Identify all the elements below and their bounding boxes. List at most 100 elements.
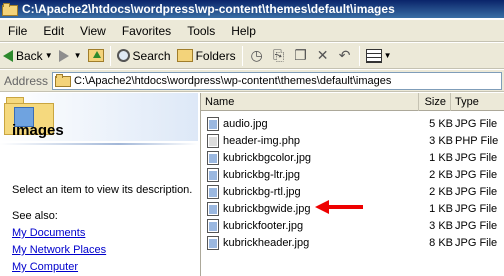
jpg-file-icon — [207, 218, 219, 233]
file-name: kubrickfooter.jpg — [223, 219, 304, 232]
file-size: 1 KB — [429, 202, 453, 215]
file-size: 3 KB — [429, 219, 453, 232]
history-button[interactable]: ◷ — [246, 45, 268, 67]
column-type[interactable]: Type — [451, 93, 504, 111]
php-file-icon — [207, 133, 219, 148]
title-bar: C:\Apache2\htdocs\wordpress\wp-content\t… — [0, 0, 504, 18]
back-button[interactable]: Back ▼ — [0, 45, 56, 67]
folders-icon — [176, 49, 193, 62]
description-hint: Select an item to view its description. — [12, 184, 193, 196]
address-bar: Address C:\Apache2\htdocs\wordpress\wp-c… — [0, 70, 504, 92]
file-name: audio.jpg — [223, 117, 268, 130]
file-size: 2 KB — [429, 168, 453, 181]
toolbar-separator — [358, 45, 360, 66]
file-type: JPG File — [455, 117, 498, 130]
file-type: JPG File — [455, 151, 498, 164]
link-my-computer[interactable]: My Computer — [12, 261, 78, 273]
window-title: C:\Apache2\htdocs\wordpress\wp-content\t… — [22, 2, 395, 16]
toolbar: Back ▼ ▼ Search Folders ◷ ⎘ ❐ ✕ ↶ ▼ — [0, 43, 504, 69]
jpg-file-icon — [207, 201, 219, 216]
file-name: kubrickheader.jpg — [223, 236, 310, 249]
file-size: 1 KB — [429, 151, 453, 164]
up-folder-button[interactable] — [85, 45, 107, 67]
menu-favorites[interactable]: Favorites — [114, 24, 179, 38]
column-name[interactable]: Name — [201, 93, 419, 111]
views-icon — [365, 48, 382, 63]
file-row[interactable]: kubrickbg-ltr.jpg 2 KB JPG File — [201, 166, 504, 183]
views-button[interactable]: ▼ — [363, 45, 395, 67]
file-size: 5 KB — [429, 117, 453, 130]
file-name: kubrickbgcolor.jpg — [223, 151, 312, 164]
jpg-file-icon — [207, 167, 219, 182]
folder-icon — [2, 2, 18, 16]
file-row[interactable]: kubrickheader.jpg 8 KB JPG File — [201, 234, 504, 251]
folder-icon — [55, 74, 72, 87]
move-to-button[interactable]: ⎘ — [268, 45, 290, 67]
file-name: kubrickbg-ltr.jpg — [223, 168, 301, 181]
forward-button[interactable]: ▼ — [56, 45, 85, 67]
file-row[interactable]: audio.jpg 5 KB JPG File — [201, 115, 504, 132]
delete-icon: ✕ — [316, 47, 329, 63]
file-type: JPG File — [455, 185, 498, 198]
folders-label: Folders — [195, 48, 236, 63]
divider — [0, 143, 198, 145]
file-row[interactable]: kubrickbg-rtl.jpg 2 KB JPG File — [201, 183, 504, 200]
file-name: kubrickbg-rtl.jpg — [223, 185, 301, 198]
column-size[interactable]: Size — [419, 93, 451, 111]
menu-view[interactable]: View — [72, 24, 114, 38]
up-folder-icon — [87, 49, 104, 62]
copy-to-button[interactable]: ❐ — [290, 45, 312, 67]
file-row[interactable]: header-img.php 3 KB PHP File — [201, 132, 504, 149]
jpg-file-icon — [207, 184, 219, 199]
address-field[interactable]: C:\Apache2\htdocs\wordpress\wp-content\t… — [52, 71, 502, 90]
menu-edit[interactable]: Edit — [35, 24, 72, 38]
forward-arrow-icon — [58, 49, 69, 62]
task-pane: images Select an item to view its descri… — [0, 93, 198, 276]
address-value: C:\Apache2\htdocs\wordpress\wp-content\t… — [74, 74, 392, 87]
jpg-file-icon — [207, 150, 219, 165]
delete-button[interactable]: ✕ — [312, 45, 334, 67]
annotation-arrow-icon — [315, 200, 363, 214]
file-type: PHP File — [455, 134, 499, 147]
folders-button[interactable]: Folders — [174, 45, 239, 67]
file-size: 3 KB — [429, 134, 453, 147]
copy-to-icon: ❐ — [294, 47, 307, 63]
file-row[interactable]: kubrickfooter.jpg 3 KB JPG File — [201, 217, 504, 234]
chevron-down-icon: ▼ — [44, 51, 53, 60]
undo-button[interactable]: ↶ — [334, 45, 356, 67]
file-list: Name Size Type audio.jpg 5 KB JPG File h… — [200, 93, 504, 276]
chevron-down-icon: ▼ — [73, 51, 82, 60]
file-size: 8 KB — [429, 236, 453, 249]
file-name: header-img.php — [223, 134, 301, 147]
file-type: JPG File — [455, 236, 498, 249]
file-row[interactable]: kubrickbgcolor.jpg 1 KB JPG File — [201, 149, 504, 166]
link-my-documents[interactable]: My Documents — [12, 227, 85, 239]
toolbar-separator — [109, 45, 111, 66]
file-size: 2 KB — [429, 185, 453, 198]
address-label: Address — [4, 73, 49, 88]
file-type: JPG File — [455, 202, 498, 215]
toolbar-separator — [241, 45, 243, 66]
jpg-file-icon — [207, 116, 219, 131]
column-header: Name Size Type — [201, 93, 504, 111]
see-also-label: See also: — [12, 210, 58, 222]
move-to-icon: ⎘ — [272, 47, 285, 63]
menu-bar: File Edit View Favorites Tools Help — [0, 20, 504, 42]
search-icon — [116, 49, 130, 62]
chevron-down-icon: ▼ — [383, 51, 392, 60]
folder-title: images — [12, 122, 64, 139]
file-type: JPG File — [455, 219, 498, 232]
menu-tools[interactable]: Tools — [179, 24, 223, 38]
jpg-file-icon — [207, 235, 219, 250]
back-arrow-icon — [3, 49, 13, 62]
search-label: Search — [132, 48, 171, 63]
history-icon: ◷ — [250, 47, 263, 63]
link-my-network-places[interactable]: My Network Places — [12, 244, 106, 256]
search-button[interactable]: Search — [114, 45, 174, 67]
menu-file[interactable]: File — [0, 24, 35, 38]
file-name: kubrickbgwide.jpg — [223, 202, 311, 215]
undo-icon: ↶ — [338, 47, 351, 63]
menu-help[interactable]: Help — [223, 24, 264, 38]
file-type: JPG File — [455, 168, 498, 181]
back-label: Back — [16, 48, 43, 63]
